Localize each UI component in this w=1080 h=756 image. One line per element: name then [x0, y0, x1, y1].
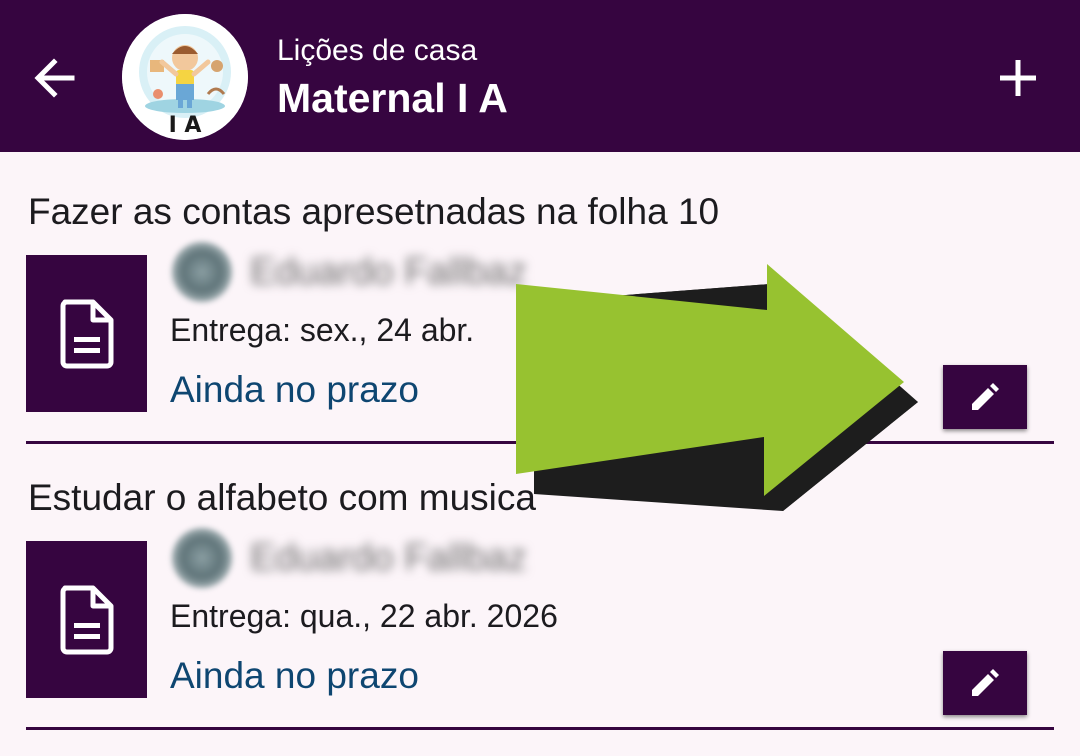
teacher-name: Eduardo Fallbaz — [250, 251, 527, 293]
homework-title: Estudar o alfabeto com musica — [28, 477, 536, 518]
class-avatar: I A — [122, 14, 248, 140]
status-text: Ainda no prazo — [170, 655, 419, 696]
due-date: Entrega: sex., 24 abr. — [170, 312, 475, 348]
homework-item[interactable]: Fazer as contas apresetnadas na folha 10… — [0, 152, 1080, 442]
edit-button[interactable] — [943, 651, 1027, 715]
title-block: Lições de casa Maternal I A — [277, 30, 508, 124]
page-subtitle: Lições de casa — [277, 34, 478, 67]
divider — [26, 727, 1054, 730]
attachment-tile[interactable] — [26, 255, 147, 412]
edit-button[interactable] — [943, 365, 1027, 429]
back-button[interactable] — [22, 46, 86, 110]
pencil-icon — [972, 383, 999, 410]
svg-text:I A: I A — [169, 113, 202, 138]
status-text: Ainda no prazo — [170, 369, 419, 410]
due-date: Entrega: qua., 22 abr. 2026 — [170, 598, 558, 634]
page-title: Maternal I A — [277, 75, 508, 121]
arrow-back-icon — [34, 58, 75, 98]
assigned-by: Eduardo Fallbaz — [170, 528, 590, 590]
plus-icon — [1000, 60, 1036, 96]
avatar — [172, 242, 232, 302]
add-homework-button[interactable] — [984, 44, 1052, 112]
assigned-by: Eduardo Fallbaz — [170, 242, 590, 304]
app-bar: I A Lições de casa Maternal I A — [0, 0, 1080, 152]
document-icon — [60, 585, 113, 654]
attachment-tile[interactable] — [26, 541, 147, 698]
homework-item[interactable]: Estudar o alfabeto com musica Eduardo Fa… — [0, 438, 1080, 728]
homework-title: Fazer as contas apresetnadas na folha 10 — [28, 191, 720, 232]
avatar — [172, 528, 232, 588]
pencil-icon — [972, 669, 999, 696]
document-icon — [60, 299, 113, 368]
teacher-name: Eduardo Fallbaz — [250, 537, 527, 579]
